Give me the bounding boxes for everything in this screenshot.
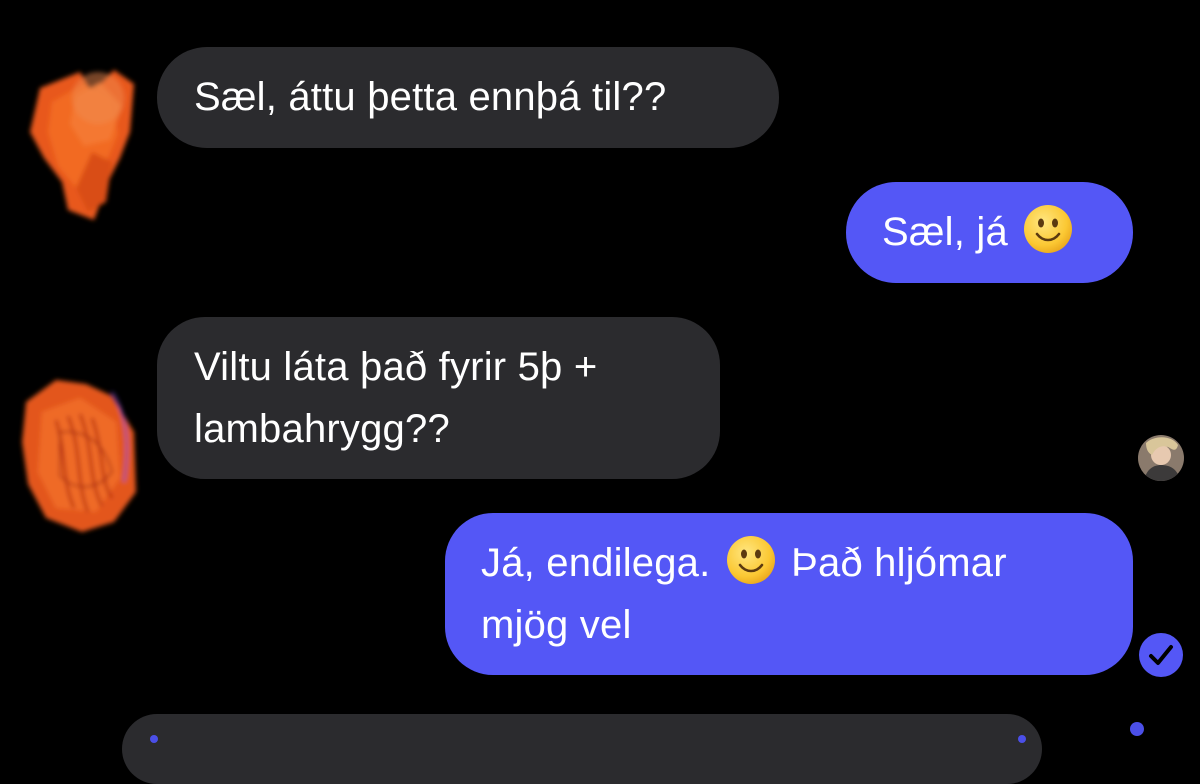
message-text-line: Já, endilega. Það hljómar	[481, 532, 1103, 594]
slightly-smiling-face-icon	[726, 536, 775, 584]
message-input[interactable]	[122, 714, 1042, 784]
composer-icon[interactable]	[1018, 735, 1026, 743]
check-circle-icon	[1139, 633, 1183, 677]
sender-avatar[interactable]	[16, 372, 144, 536]
redacted-avatar-scribble	[22, 380, 136, 532]
message-bubble-incoming[interactable]: Viltu láta það fyrir 5þ + lambahrygg??	[157, 317, 720, 479]
message-bubble-incoming[interactable]: Sæl, áttu þetta ennþá til??	[157, 47, 779, 148]
message-text: Viltu láta það fyrir 5þ +	[194, 345, 598, 389]
message-text: lambahrygg??	[194, 407, 450, 451]
message-bubble-outgoing[interactable]: Sæl, já	[846, 182, 1133, 283]
message-text: Já, endilega.	[481, 541, 711, 585]
message-bubble-outgoing[interactable]: Já, endilega. Það hljómar mjög vel	[445, 513, 1133, 675]
message-text: Það hljómar	[791, 541, 1007, 585]
message-text: Sæl, áttu þetta ennþá til??	[194, 75, 667, 119]
seen-avatar	[1138, 435, 1184, 481]
message-text: mjög vel	[481, 603, 632, 647]
message-text: Sæl, já	[882, 201, 1103, 263]
slightly-smiling-face-icon	[1024, 205, 1073, 253]
redacted-avatar-scribble	[30, 70, 134, 220]
composer-icon[interactable]	[150, 735, 158, 743]
sender-avatar[interactable]	[22, 62, 152, 228]
message-text: Sæl, já	[882, 210, 1008, 254]
send-icon[interactable]	[1130, 722, 1144, 736]
